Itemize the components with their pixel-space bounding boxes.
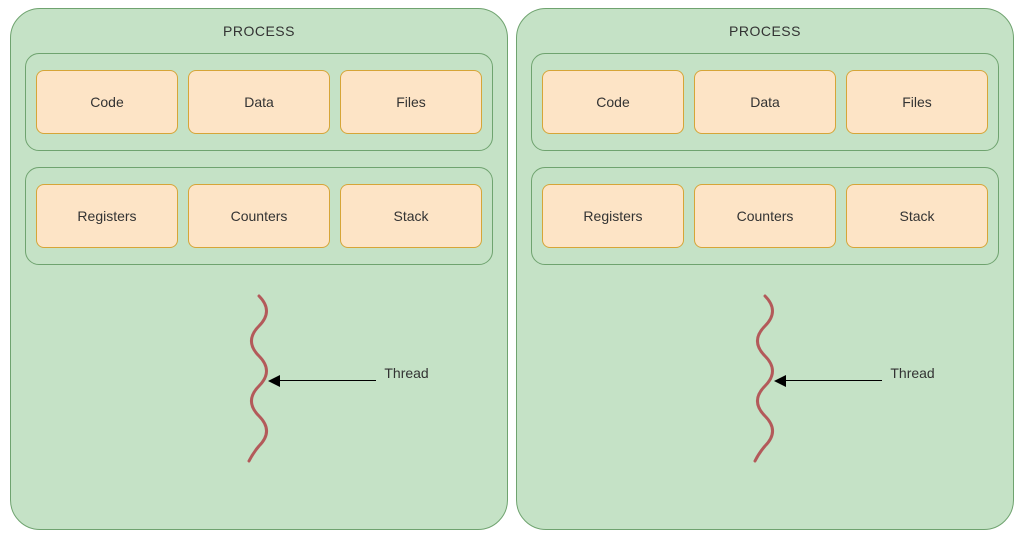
process-title: PROCESS [25, 23, 493, 39]
box-counters: Counters [188, 184, 330, 248]
box-registers: Registers [542, 184, 684, 248]
thread-area: Thread [531, 281, 999, 491]
box-code: Code [36, 70, 178, 134]
process-group-bottom: Registers Counters Stack [25, 167, 493, 265]
process-group-top: Code Data Files [531, 53, 999, 151]
box-code: Code [542, 70, 684, 134]
arrow-head-icon [268, 375, 280, 387]
box-files: Files [340, 70, 482, 134]
process-container-right: PROCESS Code Data Files Registers Counte… [516, 8, 1014, 530]
box-registers: Registers [36, 184, 178, 248]
box-data: Data [188, 70, 330, 134]
process-container-left: PROCESS Code Data Files Registers Counte… [10, 8, 508, 530]
box-stack: Stack [846, 184, 988, 248]
arrow-head-icon [774, 375, 786, 387]
process-title: PROCESS [531, 23, 999, 39]
process-group-bottom: Registers Counters Stack [531, 167, 999, 265]
thread-arrow-icon [774, 371, 884, 391]
arrow-line-icon [784, 380, 882, 381]
thread-label: Thread [890, 365, 934, 381]
box-files: Files [846, 70, 988, 134]
arrow-line-icon [278, 380, 376, 381]
thread-label: Thread [384, 365, 428, 381]
process-group-top: Code Data Files [25, 53, 493, 151]
box-counters: Counters [694, 184, 836, 248]
thread-area: Thread [25, 281, 493, 491]
box-data: Data [694, 70, 836, 134]
thread-arrow-icon [268, 371, 378, 391]
box-stack: Stack [340, 184, 482, 248]
